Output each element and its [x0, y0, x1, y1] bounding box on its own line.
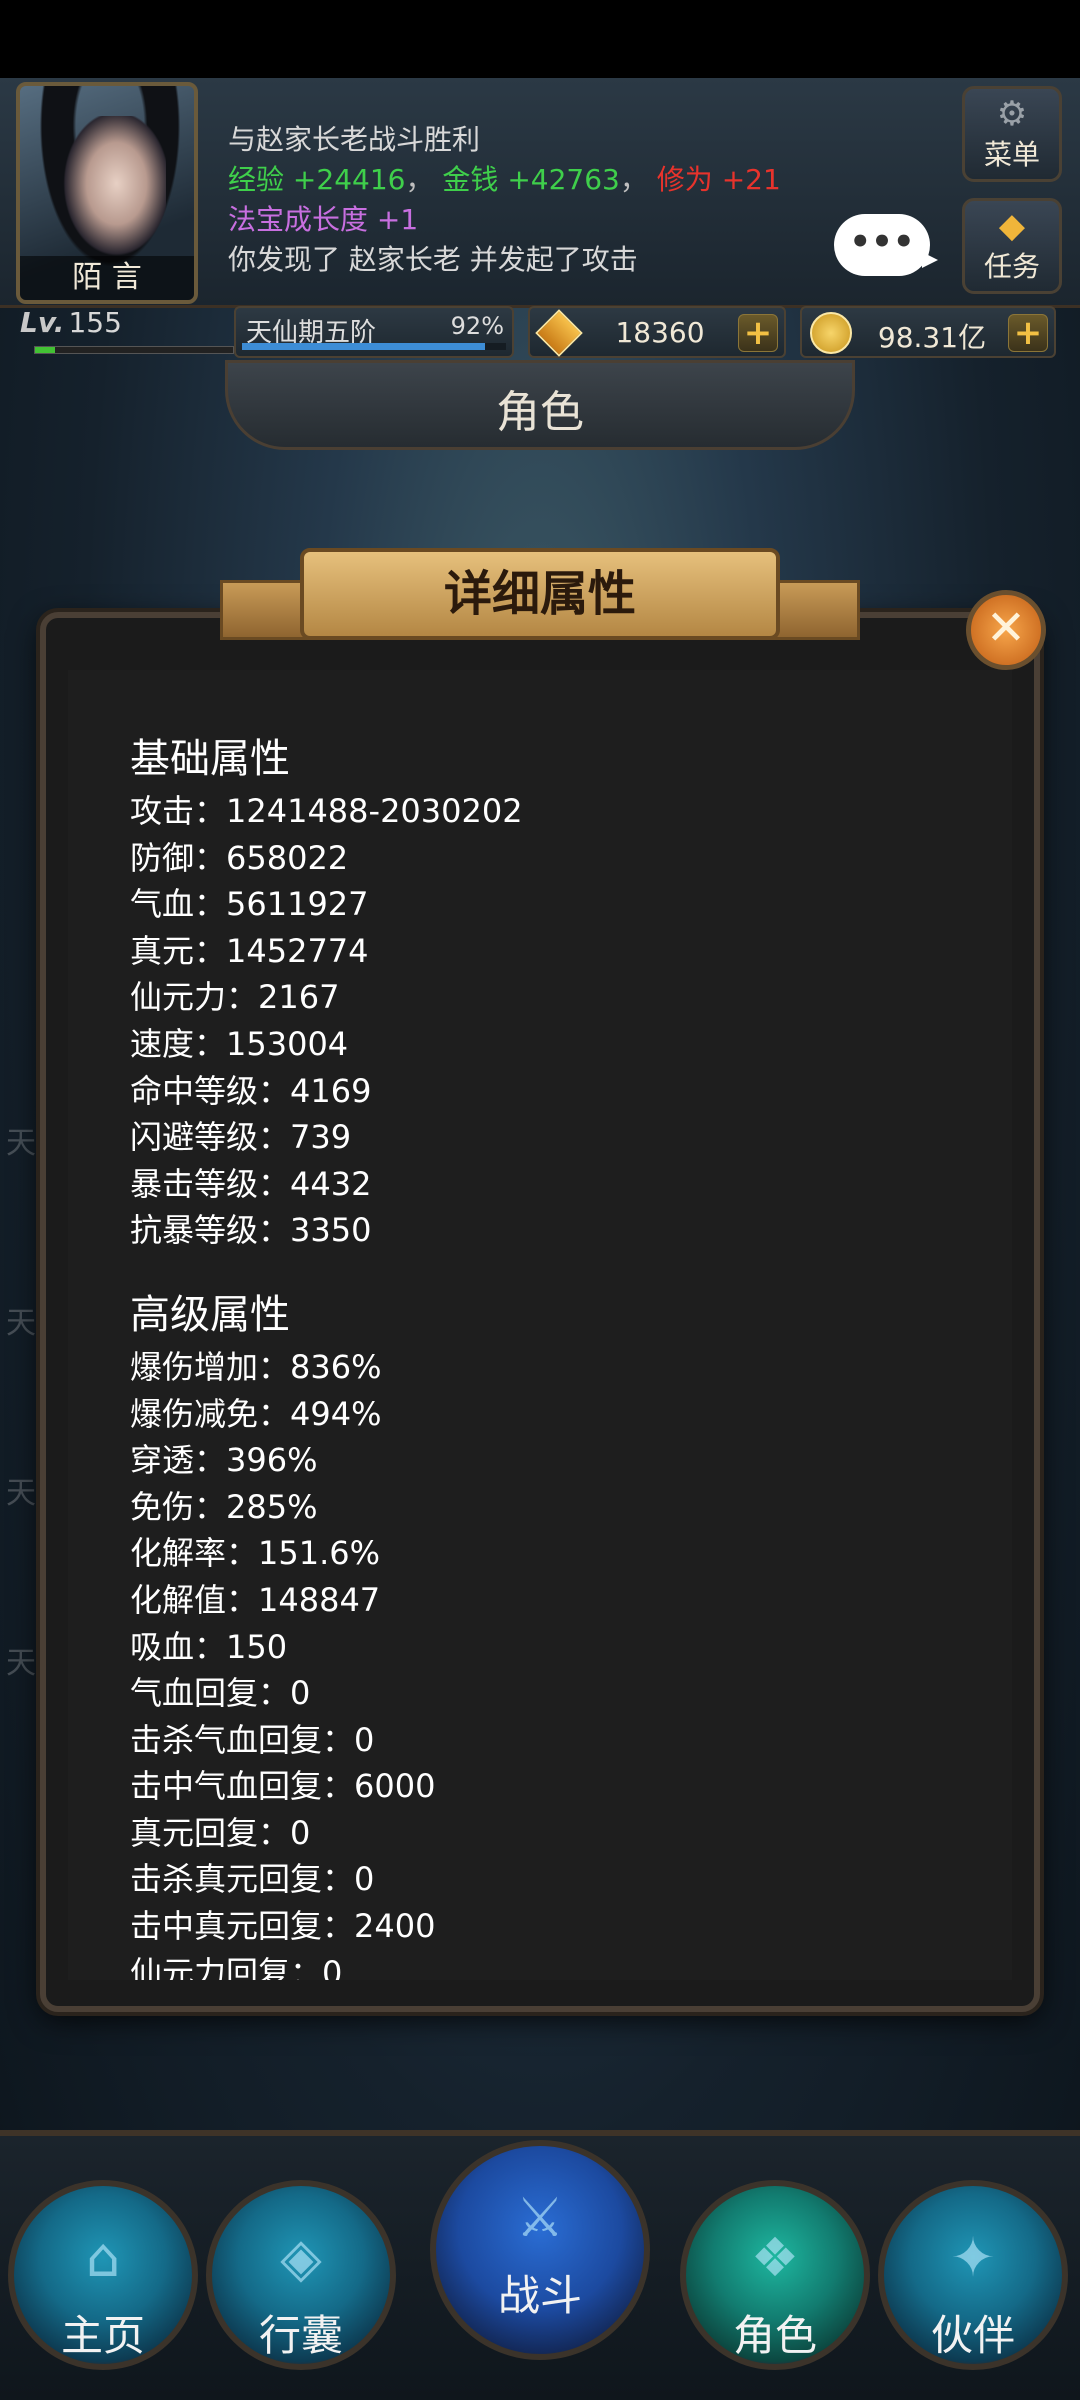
attribute-row: 吸血：150 — [130, 1627, 288, 1666]
section-title: 角色 — [496, 387, 584, 438]
attributes-dialog: 基础属性 攻击：1241488-2030202 防御：658022 气血：56119… — [40, 612, 1040, 2012]
task-button[interactable]: ◆ 任务 — [962, 198, 1062, 294]
attribute-row: 气血：5611927 — [130, 885, 369, 924]
attribute-row: 真元回复：0 — [130, 1813, 311, 1852]
attribute-row: 攻击：1241488-2030202 — [130, 792, 523, 830]
attribute-row: 穿透：396% — [130, 1441, 318, 1480]
attribute-row: 气血回复：0 — [130, 1674, 311, 1713]
attribute-row: 抗暴等级：3350 — [130, 1211, 372, 1250]
attribute-row: 命中等级：4169 — [130, 1071, 372, 1110]
dialog-title: 详细属性 — [300, 548, 780, 640]
log-line-rewards: 经验 +24416， 金钱 +42763， 修为 +21 — [228, 163, 781, 196]
attribute-row: 化解值：148847 — [130, 1580, 381, 1619]
coin-icon — [810, 312, 852, 354]
level-progress-bar — [34, 346, 234, 354]
home-icon: ⌂ — [85, 2226, 121, 2289]
advanced-attributes-header: 高级属性 — [130, 1291, 290, 1338]
attributes-panel[interactable]: 基础属性 攻击：1241488-2030202 防御：658022 气血：56119… — [68, 670, 1012, 1980]
realm-progress-bar — [242, 343, 506, 350]
diamond-icon: ◆ — [998, 206, 1026, 246]
attribute-row: 防御：658022 — [130, 838, 349, 877]
chat-bubble-icon[interactable]: ••• — [834, 214, 938, 276]
close-icon[interactable]: ✕ — [966, 590, 1046, 670]
attribute-row: 仙元力回复：0 — [130, 1953, 343, 1980]
attribute-row: 闪避等级：739 — [130, 1118, 352, 1157]
attribute-row: 化解率：151.6% — [130, 1534, 381, 1573]
attribute-row: 暴击等级：4432 — [130, 1164, 372, 1203]
attribute-row: 爆伤减免：494% — [130, 1394, 382, 1433]
gem-icon — [535, 309, 583, 357]
log-line-battle-result: 与赵家长老战斗胜利 — [228, 123, 481, 156]
battle-log: 与赵家长老战斗胜利 经验 +24416， 金钱 +42763， 修为 +21 法… — [228, 120, 788, 280]
coin-counter: 98.31亿 + — [800, 306, 1056, 358]
attribute-row: 击中真元回复：2400 — [130, 1907, 436, 1946]
add-coins-button[interactable]: + — [1008, 314, 1048, 352]
partner-icon: ✦ — [950, 2226, 996, 2289]
avatar[interactable]: 陌 言 — [16, 82, 198, 304]
attribute-row: 免伤：285% — [130, 1487, 318, 1526]
attribute-row: 仙元力：2167 — [130, 978, 340, 1017]
basic-attributes-header: 基础属性 — [130, 736, 290, 782]
add-gems-button[interactable]: + — [738, 314, 778, 352]
nav-role[interactable]: ❖ 角色 — [680, 2180, 870, 2370]
attribute-row: 击杀气血回复：0 — [130, 1720, 375, 1759]
gear-icon: ⚙ — [996, 94, 1028, 134]
avatar-name: 陌 言 — [20, 256, 194, 300]
nav-battle[interactable]: ⚔ 战斗 — [430, 2140, 650, 2360]
attribute-list: 基础属性 攻击：1241488-2030202 防御：658022 气血：56119… — [130, 730, 990, 1980]
attribute-row: 速度：153004 — [130, 1024, 349, 1063]
status-bar — [0, 0, 1080, 78]
gem-counter: 18360 + — [528, 306, 786, 358]
level-display: Lv. 155 — [20, 306, 234, 358]
attribute-row: 击杀真元回复：0 — [130, 1860, 375, 1899]
bag-icon: ◈ — [280, 2226, 322, 2289]
log-line-discovery: 你发现了 赵家长老 并发起了攻击 — [228, 243, 638, 276]
nav-partner[interactable]: ✦ 伙伴 — [878, 2180, 1068, 2370]
role-icon: ❖ — [750, 2226, 800, 2289]
realm-display: 天仙期五阶 92% — [234, 306, 514, 358]
sword-icon: ⚔ — [515, 2186, 565, 2249]
attribute-row: 爆伤增加：836% — [130, 1347, 382, 1386]
nav-bag[interactable]: ◈ 行囊 — [206, 2180, 396, 2370]
attribute-row: 真元：1452774 — [130, 931, 369, 970]
attribute-row: 击中气血回复：6000 — [130, 1767, 436, 1806]
menu-button[interactable]: ⚙ 菜单 — [962, 86, 1062, 182]
nav-home[interactable]: ⌂ 主页 — [8, 2180, 198, 2370]
log-line-treasure: 法宝成长度 +1 — [228, 203, 419, 236]
